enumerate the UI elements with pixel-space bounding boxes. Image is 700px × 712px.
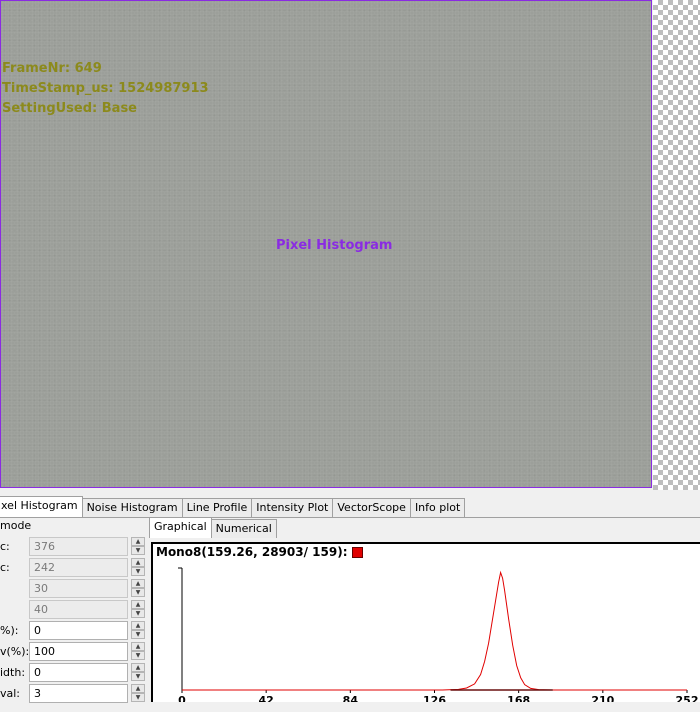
setting-value-field: 376 — [29, 537, 128, 556]
x-tick-label: 0 — [178, 694, 186, 702]
transparent-area — [653, 0, 700, 490]
image-viewport[interactable]: FrameNr: 649 TimeStamp_us: 1524987913 Se… — [0, 0, 652, 488]
spin-buttons: ▲ ▼ — [131, 663, 145, 682]
view-tabbar: Graphical Numerical — [149, 517, 277, 538]
frame-number-label: FrameNr: 649 — [2, 61, 102, 76]
analysis-panel: xel Histogram Noise Histogram Line Profi… — [0, 490, 700, 712]
tab-noise-histogram[interactable]: Noise Histogram — [81, 498, 183, 517]
spin-buttons: ▲ ▼ — [131, 579, 145, 598]
x-tick-label: 252 — [676, 694, 699, 702]
spin-down-icon[interactable]: ▼ — [131, 672, 145, 681]
histogram-series-line — [182, 570, 687, 691]
spin-down-icon[interactable]: ▼ — [131, 651, 145, 660]
setting-value-field: 40 — [29, 600, 128, 619]
x-tick-label: 84 — [343, 694, 359, 702]
setting-used-label: SettingUsed: Base — [2, 101, 138, 116]
spin-down-icon: ▼ — [131, 546, 145, 555]
x-tick-label: 126 — [423, 694, 446, 702]
x-tick-label: 210 — [591, 694, 614, 702]
spin-up-icon: ▲ — [131, 579, 145, 588]
setting-label: c: — [0, 561, 10, 574]
spin-down-icon: ▼ — [131, 588, 145, 597]
setting-value-field[interactable]: 3 — [29, 684, 128, 703]
tab-graphical[interactable]: Graphical — [149, 517, 212, 538]
spin-up-icon[interactable]: ▲ — [131, 621, 145, 630]
histogram-plot: 0 42 84 126 168 210 252 — [178, 567, 699, 702]
spin-down-icon: ▼ — [131, 567, 145, 576]
spin-buttons: ▲ ▼ — [131, 537, 145, 556]
plot-tabbar: xel Histogram Noise Histogram Line Profi… — [0, 496, 466, 517]
spin-up-icon: ▲ — [131, 558, 145, 567]
spin-up-icon[interactable]: ▲ — [131, 684, 145, 693]
setting-value-field[interactable]: 0 — [29, 621, 128, 640]
spin-buttons: ▲ ▼ — [131, 558, 145, 577]
spin-up-icon[interactable]: ▲ — [131, 642, 145, 651]
spin-buttons: ▲ ▼ — [131, 600, 145, 619]
tab-numerical[interactable]: Numerical — [210, 519, 277, 538]
viewport-overlay-title: Pixel Histogram — [276, 238, 393, 253]
tab-intensity-plot[interactable]: Intensity Plot — [251, 498, 334, 517]
tab-pixel-histogram[interactable]: xel Histogram — [0, 496, 83, 517]
spin-down-icon[interactable]: ▼ — [131, 693, 145, 702]
setting-value-field: 30 — [29, 579, 128, 598]
tab-vectorscope[interactable]: VectorScope — [332, 498, 411, 517]
tabbar-divider — [0, 517, 700, 518]
mode-label: mode — [0, 519, 32, 532]
setting-label: v(%): — [0, 645, 30, 658]
setting-label: val: — [0, 687, 21, 700]
tab-info-plot[interactable]: Info plot — [409, 498, 466, 517]
spin-up-icon[interactable]: ▲ — [131, 663, 145, 672]
timestamp-label: TimeStamp_us: 1524987913 — [2, 81, 209, 96]
spin-up-icon: ▲ — [131, 600, 145, 609]
setting-value-field[interactable]: 100 — [29, 642, 128, 661]
tab-line-profile[interactable]: Line Profile — [181, 498, 253, 517]
setting-value-field: 242 — [29, 558, 128, 577]
spin-buttons: ▲ ▼ — [131, 642, 145, 661]
spin-up-icon: ▲ — [131, 537, 145, 546]
setting-value-field[interactable]: 0 — [29, 663, 128, 682]
setting-label: %): — [0, 624, 19, 637]
spin-buttons: ▲ ▼ — [131, 684, 145, 703]
spin-down-icon: ▼ — [131, 609, 145, 618]
x-tick-label: 42 — [259, 694, 274, 702]
spin-down-icon[interactable]: ▼ — [131, 630, 145, 639]
setting-label: idth: — [0, 666, 26, 679]
histogram-graph[interactable]: Mono8(159.26, 28903/ 159): 0 42 84 126 168 21… — [151, 542, 700, 702]
setting-label: c: — [0, 540, 10, 553]
x-tick-label: 168 — [507, 694, 530, 702]
spin-buttons: ▲ ▼ — [131, 621, 145, 640]
